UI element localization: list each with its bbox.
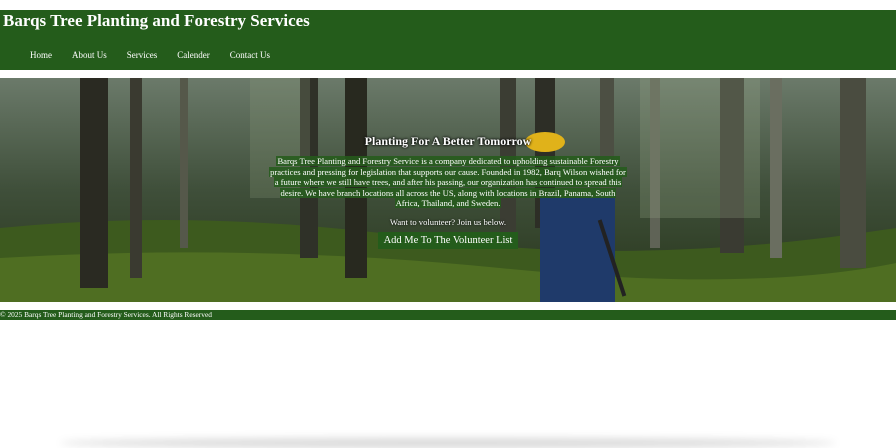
site-header: Barqs Tree Planting and Forestry Service… xyxy=(0,10,896,70)
nav-home[interactable]: Home xyxy=(30,50,52,60)
hero-section: Planting For A Better Tomorrow Barqs Tre… xyxy=(0,78,896,302)
hero-title: Planting For A Better Tomorrow xyxy=(364,134,532,148)
nav-about-us[interactable]: About Us xyxy=(72,50,107,60)
main-nav: Home About Us Services Calender Contact … xyxy=(30,50,290,60)
site-title: Barqs Tree Planting and Forestry Service… xyxy=(3,11,310,30)
site-footer: © 2025 Barqs Tree Planting and Forestry … xyxy=(0,310,896,320)
nav-services[interactable]: Services xyxy=(127,50,158,60)
hero-description: Barqs Tree Planting and Forestry Service… xyxy=(268,156,628,209)
footer-copyright: © 2025 Barqs Tree Planting and Forestry … xyxy=(0,310,212,319)
window-shadow xyxy=(60,438,836,448)
add-to-volunteer-list-button[interactable]: Add Me To The Volunteer List xyxy=(377,231,519,249)
nav-calender[interactable]: Calender xyxy=(177,50,209,60)
nav-contact-us[interactable]: Contact Us xyxy=(230,50,270,60)
hero-content: Planting For A Better Tomorrow Barqs Tre… xyxy=(0,132,896,249)
hero-cta-text: Want to volunteer? Join us below. xyxy=(389,216,507,227)
hero-description-text: Barqs Tree Planting and Forestry Service… xyxy=(269,156,627,209)
